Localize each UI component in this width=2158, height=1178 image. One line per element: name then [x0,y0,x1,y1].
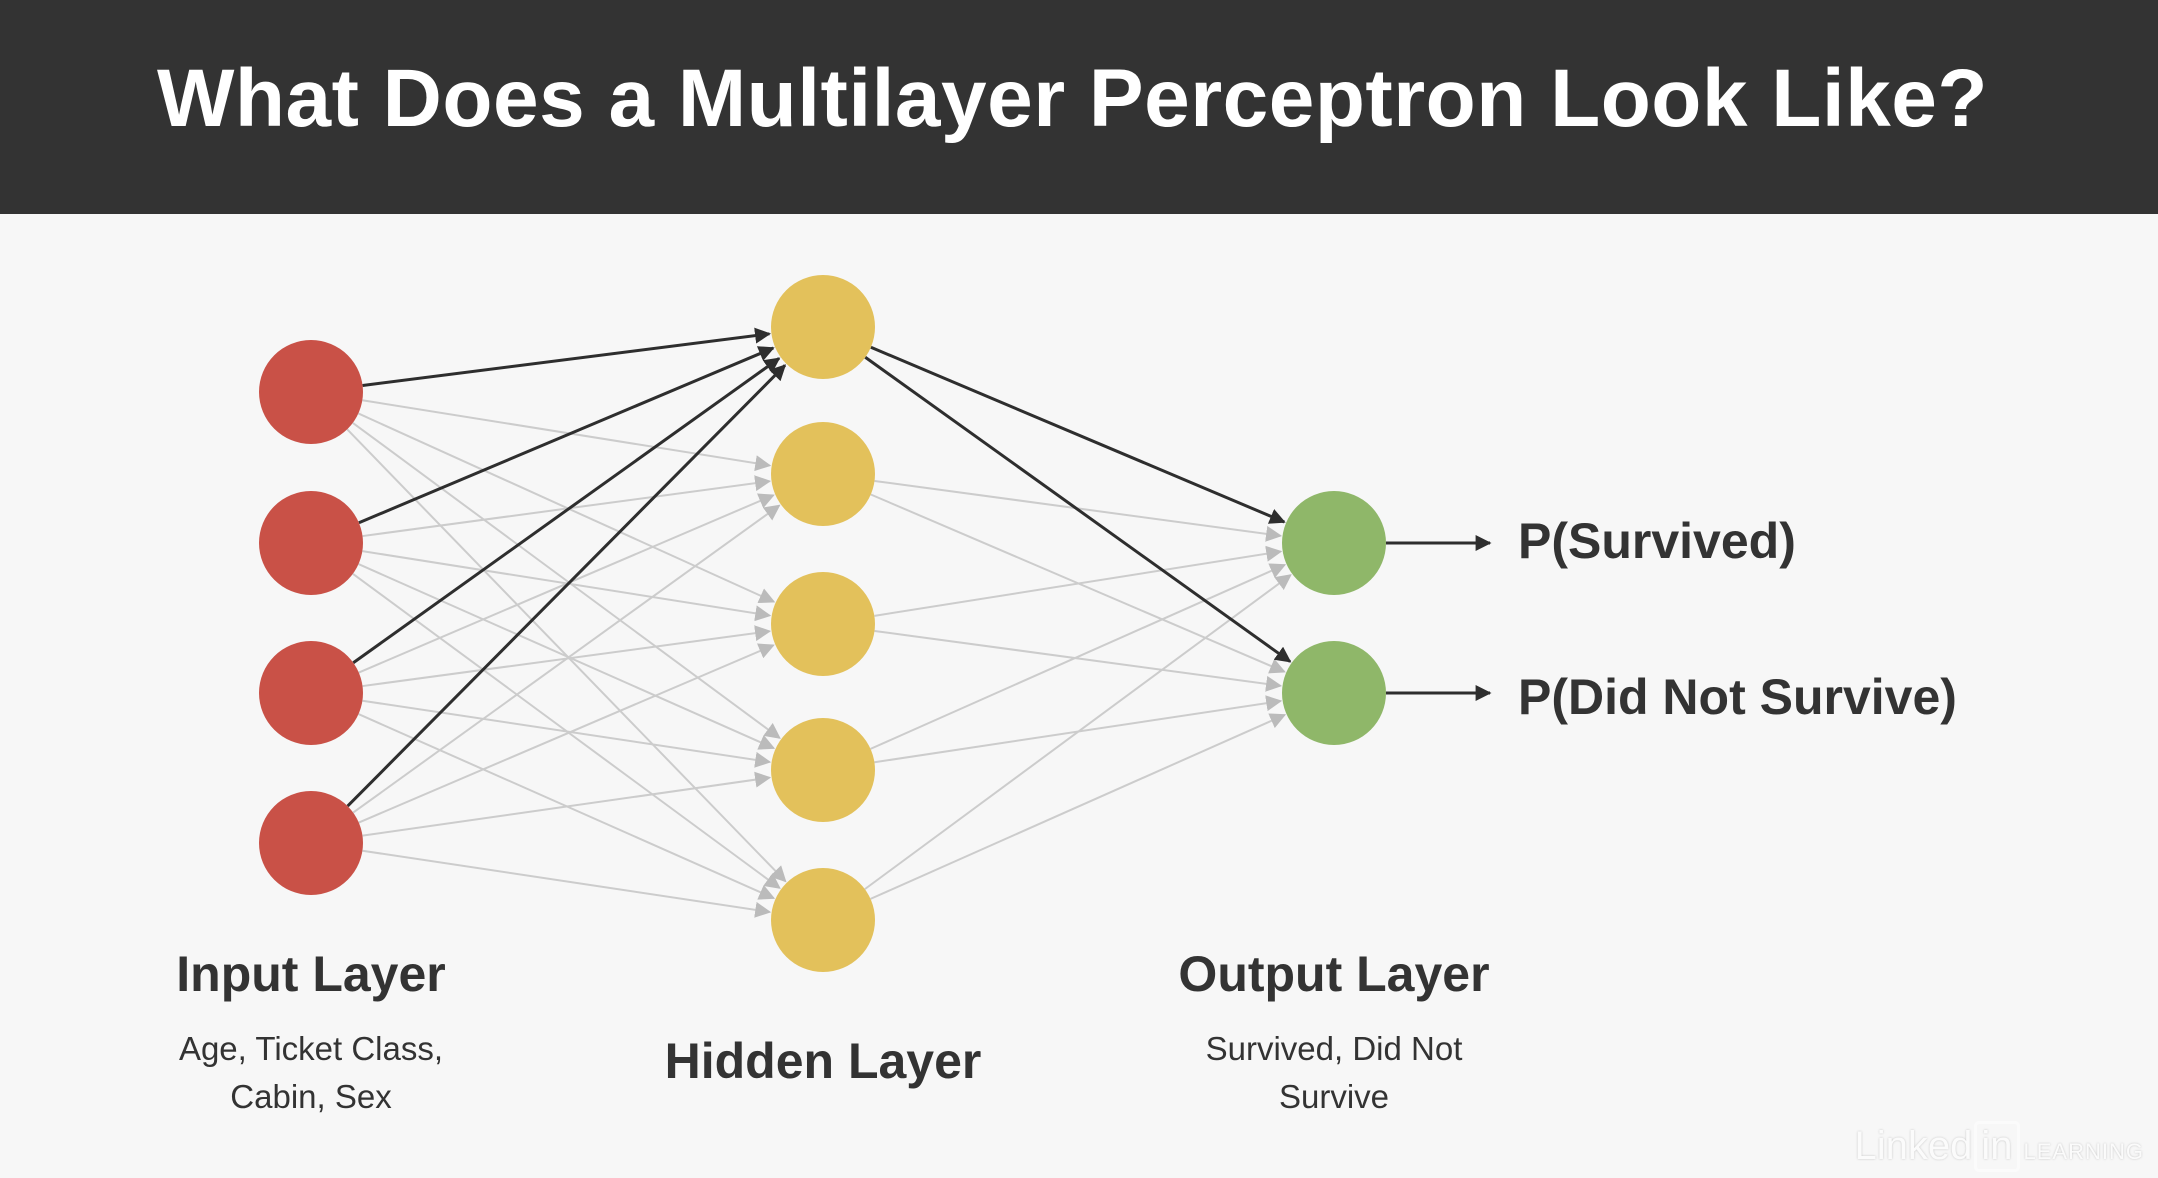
input-layer-sublabel: Age, Ticket Class, Cabin, Sex [178,1030,444,1115]
connection-hidden-3-output-2 [874,629,1283,692]
watermark-suffix: LEARNING [2023,1139,2144,1164]
connection-input-2-hidden-1 [358,346,775,525]
input-node-2 [259,491,363,595]
connection-input-1-hidden-4 [352,422,781,739]
connection-input-2-hidden-4 [358,563,776,750]
connection-input-4-hidden-5 [362,849,772,918]
hidden-node-1 [771,275,875,379]
connection-hidden-1-output-1 [870,345,1286,524]
output-label-did-not-survive: P(Did Not Survive) [1518,669,1957,725]
hidden-node-2 [771,422,875,526]
output-layer-label: Output Layer [1178,946,1490,1002]
connection-hidden-5-output-1 [864,574,1292,890]
hidden-layer-label: Hidden Layer [664,1033,982,1089]
connection-hidden-5-output-2 [870,713,1287,900]
input-node-4 [259,791,363,895]
output-label-survived: P(Survived) [1518,513,1796,569]
connection-hidden-1-output-2 [864,356,1292,663]
output-node-2 [1282,641,1386,745]
hidden-node-5 [771,868,875,972]
hidden-node-3 [771,572,875,676]
input-node-1 [259,340,363,444]
hidden-node-4 [771,718,875,822]
linkedin-learning-watermark: Linked in LEARNING [1855,1121,2145,1172]
watermark-brand: Linked [1854,1124,1973,1168]
connection-input-4-hidden-1 [346,364,787,808]
connection-input-1-hidden-3 [357,412,776,604]
output-layer-sublabel: Survived, Did Not Survive [1205,1030,1463,1115]
connection-hidden-4-output-1 [870,563,1287,750]
connection-input-4-hidden-4 [362,771,772,837]
output-node-1 [1282,491,1386,595]
connection-input-4-hidden-2 [352,504,781,814]
connection-hidden-3-output-1 [874,545,1283,617]
input-node-3 [259,641,363,745]
connection-input-1-hidden-1 [362,327,772,387]
watermark-brand-box: in [1974,1121,2020,1172]
connection-input-3-hidden-1 [352,357,781,664]
input-layer-label: Input Layer [176,946,446,1002]
